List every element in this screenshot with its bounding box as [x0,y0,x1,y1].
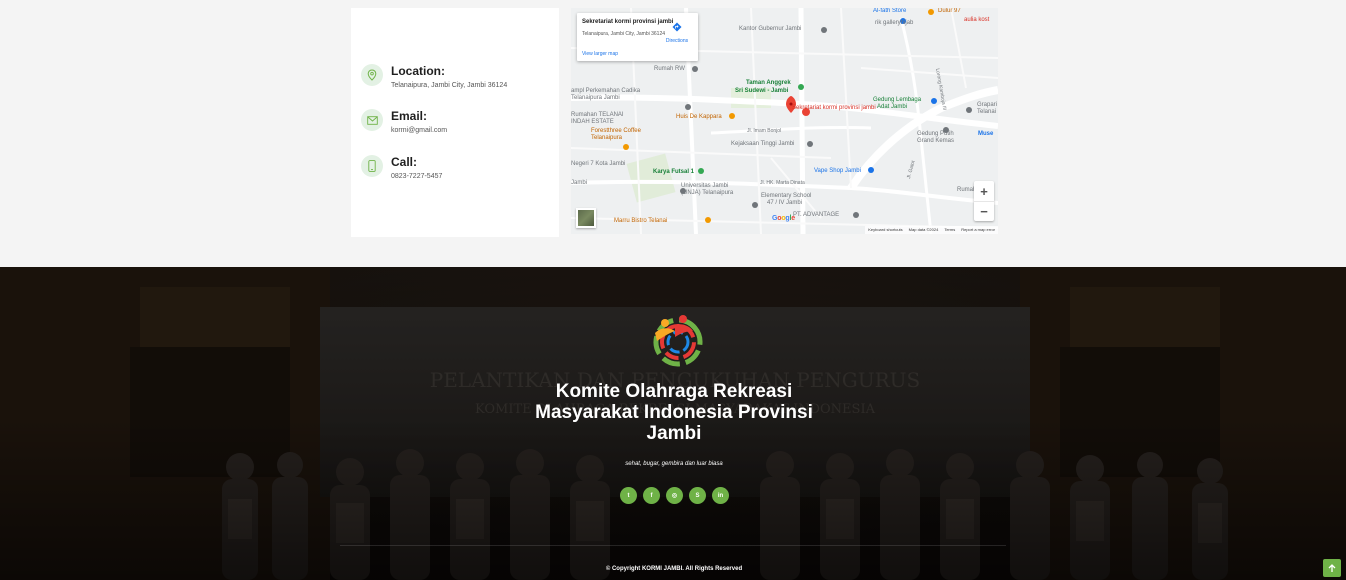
skype-icon[interactable]: S [689,487,706,504]
map-place-card: Sekretariat kormi provinsi jambi Telanai… [577,13,698,61]
map-label: (UNJA) Telanaipura [681,190,734,196]
map-label: Rumahan TELANAI [571,112,624,118]
contact-section: Location: Telanaipura, Jambi City, Jambi… [0,0,1346,267]
map-label: Universitas Jambi [681,183,729,189]
map-label: ampl Perkemahan Cadika [571,88,641,94]
map-zoom-controls: + − [974,181,994,221]
map-label: Huis De Kappara [676,114,722,120]
map-label: Rumah RW [654,66,685,72]
location-value: Telanaipura, Jambi City, Jambi 36124 [391,82,508,89]
map-label: Jl. Imam Bonjol [747,128,782,134]
map-label: Dulur 97 [938,8,961,14]
map-label: PT. ADVANTAGE [793,212,840,218]
directions-icon [672,22,682,32]
map-label: rik galleryhijab [875,20,914,26]
map-label: Telanaipura [591,135,623,141]
map-label: Marru Bistro Telanai [614,218,668,224]
map-label: 47 / IV Jambi [767,200,803,206]
google-map-embed[interactable]: Al-fath Store Dulur 97 aulia kost rik ga… [571,8,998,234]
footer-tagline: sehat, bugar, gembira dan luar biasa [625,461,723,467]
map-attribution-bar: Keyboard shortcuts Map data ©2024 Terms … [865,226,998,234]
report-map-error-link[interactable]: Report a map error [961,226,995,234]
contact-info-card: Location: Telanaipura, Jambi City, Jambi… [351,8,559,237]
map-label: Telanai [977,109,997,115]
email-info: Email: kormi@gmail.com [361,109,447,135]
map-label: Jambi [571,180,588,186]
instagram-icon[interactable]: ◎ [666,487,683,504]
map-label: aulia kost [964,17,990,23]
social-links: t f ◎ S in [620,487,729,504]
map-label: Taman Anggrek [746,80,791,86]
linkedin-icon[interactable]: in [712,487,729,504]
location-info: Location: Telanaipura, Jambi City, Jambi… [361,64,507,90]
zoom-out-button[interactable]: − [974,201,994,221]
map-data-text: Map data ©2024 [908,227,939,232]
map-pin-label[interactable]: Sekretariat kormi provinsi jambi [792,105,876,111]
satellite-toggle-button[interactable] [576,208,596,228]
map-label: Grand Kemas [917,138,955,144]
map-label: Jl. HK. Marta Dinata [760,180,805,186]
map-label: Karya Futsal 1 [653,169,695,175]
map-place-address: Telanaipura, Jambi City, Jambi 36124 [582,31,666,37]
map-label: Telanaipura Jambi [571,95,620,101]
map-label: Negeri 7 Kota Jambi [571,161,626,167]
map-label: Forestthree Coffee [591,128,641,134]
email-value[interactable]: kormi@gmail.com [391,126,447,135]
map-label: Vape Shop Jambi [814,168,861,174]
call-info: Call: 0823-7227-5457 [361,155,442,181]
map-label: Elementary School [761,193,812,199]
map-label: Gedung Lembaga [873,97,922,103]
envelope-icon [361,109,383,131]
copyright-text: © Copyright KORMI JAMBI. All Rights Rese… [605,566,743,572]
phone-icon [361,155,383,177]
directions-button[interactable]: Directions [662,19,692,44]
call-title: Call: [391,155,418,169]
map-label: Kejaksaan Tinggi Jambi [731,141,795,147]
terms-link[interactable]: Terms [944,226,955,234]
email-title: Email: [391,109,428,123]
google-logo: Google [772,215,795,222]
facebook-icon[interactable]: f [643,487,660,504]
map-label: Kantor Gubernur Jambi [739,26,802,32]
map-label: Adat Jambi [877,104,908,110]
location-title: Location: [391,64,445,78]
arrow-up-icon [1328,563,1336,572]
map-label: Muse [978,131,994,137]
map-pin-icon [361,64,383,86]
twitter-icon[interactable]: t [620,487,637,504]
map-label: Sri Sudewi - Jambi [735,88,789,94]
directions-label: Directions [665,38,689,44]
back-to-top-button[interactable] [1323,559,1341,577]
view-larger-map-link[interactable]: View larger map [582,51,618,57]
map-label: Al-fath Store [873,8,907,14]
zoom-in-button[interactable]: + [974,181,994,201]
kormi-logo [653,315,703,367]
map-label: Gedung Putih [917,131,954,137]
keyboard-shortcuts-link[interactable]: Keyboard shortcuts [868,226,902,234]
map-label: Grapari [977,102,998,108]
map-place-title: Sekretariat kormi provinsi jambi [582,19,674,25]
map-label: INDAH ESTATE [571,119,614,125]
site-footer: PELANTIKAN DAN PENGUKUHAN PENGURUS KOMIT… [0,267,1346,580]
footer-divider [340,545,1006,546]
footer-title: Komite Olahraga Rekreasi Masyarakat Indo… [535,381,813,444]
call-value[interactable]: 0823-7227-5457 [391,172,442,181]
